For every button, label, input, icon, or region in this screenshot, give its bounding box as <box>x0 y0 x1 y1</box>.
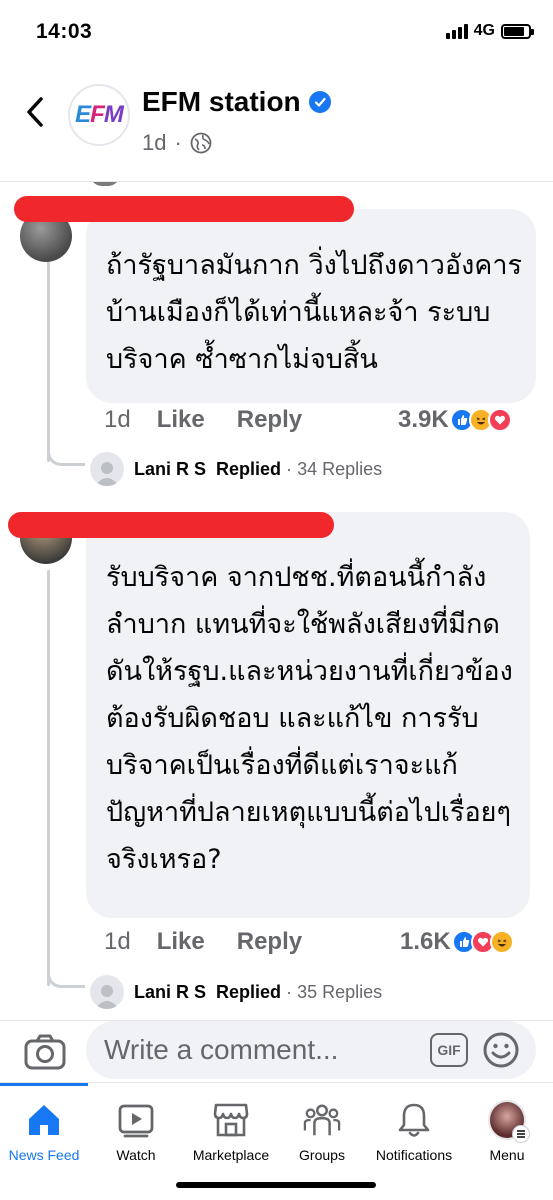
reaction-icons <box>451 930 514 954</box>
profile-avatar-icon <box>488 1100 530 1143</box>
home-icon <box>25 1101 63 1139</box>
replier-name: Lani R S <box>134 458 207 479</box>
thread-connector <box>47 970 85 988</box>
menu-lines-icon <box>512 1125 530 1143</box>
comment-time: 1d <box>104 928 131 955</box>
avatar <box>90 182 120 186</box>
tab-label: Menu <box>489 1147 525 1163</box>
replies-summary: Replied · 35 Replies <box>216 982 382 1003</box>
comments-list[interactable]: ถ้ารัฐบาลมันกาก วิ่งไปถึงดาวอังคาร บ้านเ… <box>0 182 553 1020</box>
verified-badge-icon <box>308 91 331 113</box>
emoji-icon[interactable] <box>482 1031 520 1069</box>
thread-line <box>47 244 50 462</box>
comment-text: รับบริจาค จากปชช.ที่ตอนนี้กำลังลำบาก แทน… <box>106 562 513 875</box>
chevron-left-icon <box>27 97 43 127</box>
replies-count: 35 Replies <box>297 981 383 1002</box>
page-avatar[interactable]: EFM <box>68 84 130 146</box>
comment-bubble[interactable]: รับบริจาค จากปชช.ที่ตอนนี้กำลังลำบาก แทน… <box>86 512 530 918</box>
status-bar: 14:03 4G <box>0 0 553 64</box>
tab-menu[interactable]: Menu <box>470 1083 544 1173</box>
thread-connector <box>47 448 85 466</box>
reaction-summary[interactable]: 1.6K <box>400 928 514 956</box>
replies-dot: · <box>286 981 293 1002</box>
watch-icon <box>117 1101 155 1139</box>
reply-button[interactable]: Reply <box>237 406 302 434</box>
back-button[interactable] <box>20 94 50 130</box>
view-replies-link[interactable]: Lani R S Replied · 35 Replies <box>90 975 382 1009</box>
like-button[interactable]: Like <box>157 406 205 434</box>
replies-count: 34 Replies <box>297 458 383 479</box>
reply-button[interactable]: Reply <box>237 928 302 956</box>
gif-button[interactable]: GIF <box>430 1033 468 1067</box>
tab-watch[interactable]: Watch <box>95 1083 177 1173</box>
post-age: 1d <box>142 130 167 155</box>
bottom-tab-bar: News Feed Watch Marketplace Groups Notif… <box>0 1082 553 1200</box>
comment-actions: 1d Like Reply <box>104 928 302 956</box>
reaction-count: 1.6K <box>400 928 451 955</box>
tab-marketplace[interactable]: Marketplace <box>184 1083 278 1173</box>
replier-avatar <box>90 452 124 486</box>
status-indicators: 4G <box>445 22 534 40</box>
replies-summary: Replied · 34 Replies <box>216 459 382 480</box>
page-name-row: EFM station <box>142 86 331 118</box>
haha-reaction-icon <box>489 930 514 954</box>
comment-time: 1d <box>104 406 131 433</box>
tab-label: News Feed <box>8 1147 80 1163</box>
redacted-name <box>14 196 354 222</box>
signal-icon <box>445 23 468 39</box>
reaction-count: 3.9K <box>398 406 449 433</box>
bell-icon <box>395 1101 433 1139</box>
comment-input[interactable] <box>86 1021 536 1079</box>
globe-icon <box>190 132 212 154</box>
replied-verb: Replied <box>216 458 282 479</box>
tab-groups[interactable]: Groups <box>283 1083 361 1173</box>
page-name[interactable]: EFM station <box>142 86 301 118</box>
replied-verb: Replied <box>216 981 282 1002</box>
post-meta: 1d · <box>142 130 212 156</box>
comment-actions: 1d Like Reply <box>104 406 302 434</box>
efm-logo: EFM <box>75 101 124 128</box>
tab-notifications[interactable]: Notifications <box>366 1083 462 1173</box>
home-indicator <box>176 1182 376 1188</box>
reaction-summary[interactable]: 3.9K <box>398 406 512 434</box>
love-reaction-icon <box>487 408 512 432</box>
comment-text: ถ้ารัฐบาลมันกาก วิ่งไปถึงดาวอังคาร บ้านเ… <box>106 250 523 375</box>
tab-label: Notifications <box>375 1147 453 1163</box>
comment-bubble[interactable]: ถ้ารัฐบาลมันกาก วิ่งไปถึงดาวอังคาร บ้านเ… <box>86 209 536 403</box>
groups-icon <box>303 1101 341 1139</box>
camera-icon[interactable] <box>24 1033 66 1071</box>
like-button[interactable]: Like <box>157 928 205 956</box>
tab-label: Marketplace <box>192 1147 270 1163</box>
replier-avatar <box>90 975 124 1009</box>
marketplace-icon <box>212 1101 250 1139</box>
status-time: 14:03 <box>36 20 93 43</box>
replier-name: Lani R S <box>134 981 207 1002</box>
tab-news-feed[interactable]: News Feed <box>0 1083 88 1173</box>
battery-icon <box>501 23 534 39</box>
thread-line <box>47 570 50 986</box>
meta-separator: · <box>174 130 182 155</box>
post-header: EFM EFM station 1d · <box>0 64 553 182</box>
view-replies-link[interactable]: Lani R S Replied · 34 Replies <box>90 452 382 486</box>
replies-dot: · <box>286 458 293 479</box>
tab-label: Groups <box>299 1147 345 1163</box>
comment-composer: GIF <box>0 1020 553 1082</box>
redacted-name <box>8 512 334 538</box>
network-label: 4G <box>473 22 495 39</box>
tab-label: Watch <box>116 1147 156 1163</box>
reaction-icons <box>449 408 512 432</box>
